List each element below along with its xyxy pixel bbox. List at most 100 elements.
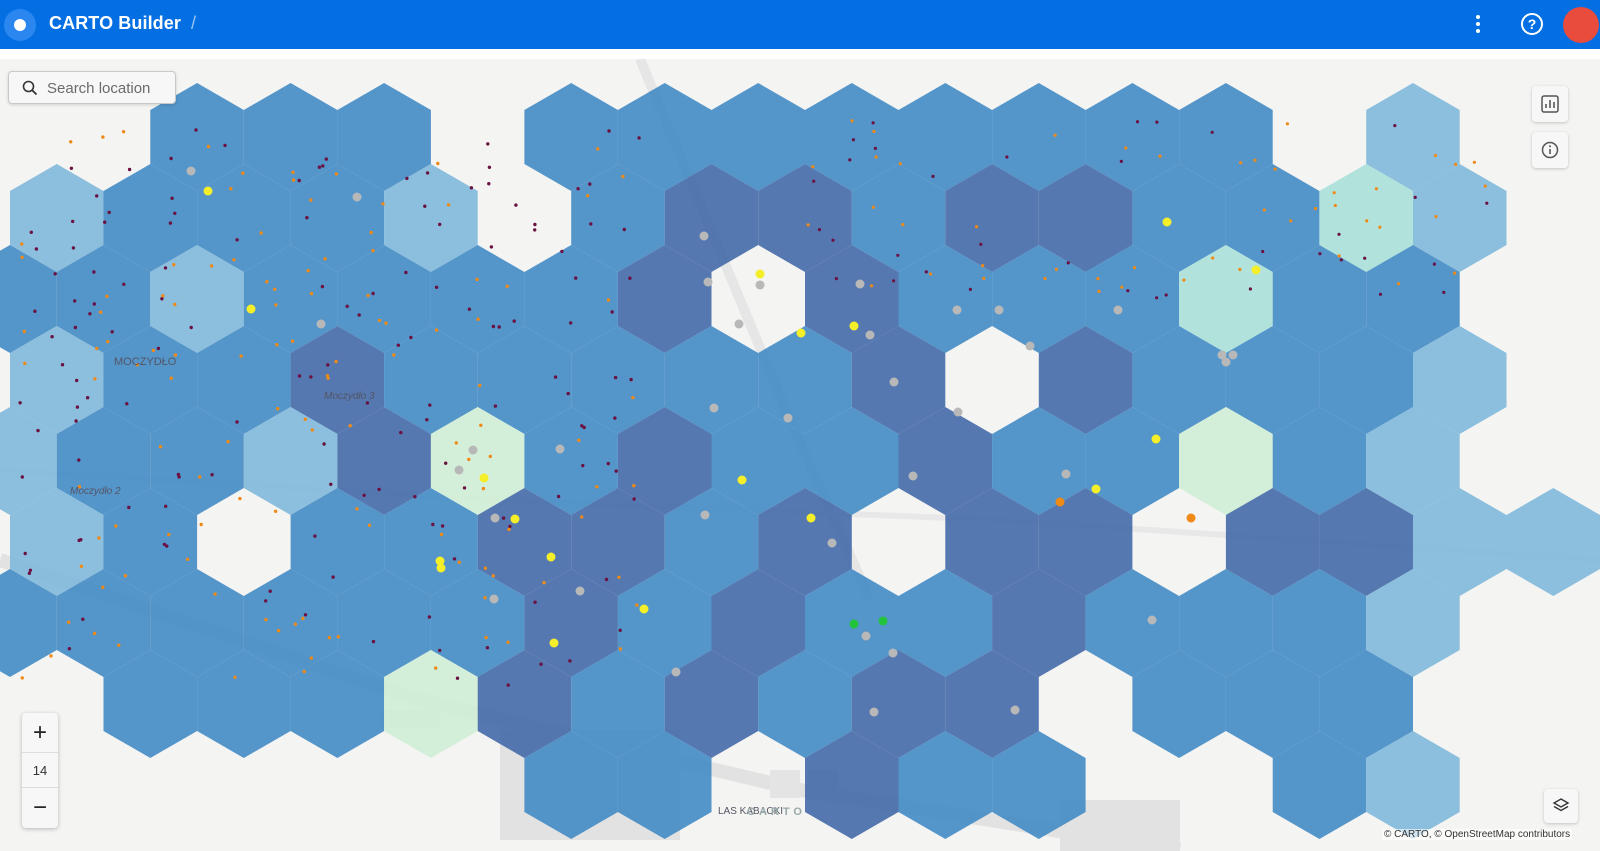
street-label-a: Moczydło 3 xyxy=(324,391,375,402)
poi-dot xyxy=(23,551,27,556)
grey-point xyxy=(994,305,1004,315)
poi-dot xyxy=(427,615,432,619)
poi-dot xyxy=(71,219,75,224)
help-circle-icon[interactable]: ? xyxy=(1521,13,1543,35)
poi-dot xyxy=(613,416,617,420)
poi-dot xyxy=(79,538,83,542)
poi-dot xyxy=(117,643,121,647)
poi-dot xyxy=(848,158,852,162)
poi-dot xyxy=(425,418,429,422)
poi-dot xyxy=(968,287,973,291)
poi-dot xyxy=(1158,154,1162,158)
widgets-button[interactable] xyxy=(1532,86,1568,122)
poi-dot xyxy=(577,438,581,442)
poi-dot xyxy=(77,458,81,462)
poi-dot xyxy=(455,676,460,680)
poi-dot xyxy=(1337,254,1341,258)
poi-dot xyxy=(404,270,408,275)
poi-dot xyxy=(326,363,330,367)
poi-dot xyxy=(1433,153,1437,158)
poi-dot xyxy=(290,339,295,343)
poi-dot xyxy=(1413,195,1417,199)
carto-logo-icon[interactable] xyxy=(4,9,36,41)
poi-dot xyxy=(501,516,506,520)
grey-point xyxy=(734,319,744,329)
poi-dot xyxy=(81,617,85,621)
poi-dot xyxy=(1318,252,1322,256)
poi-dot xyxy=(167,532,171,537)
poi-dot xyxy=(326,376,330,380)
avatar[interactable] xyxy=(1563,7,1599,43)
poi-dot xyxy=(69,166,74,170)
poi-dot xyxy=(309,656,313,660)
poi-dot xyxy=(107,210,111,215)
poi-dot xyxy=(621,174,625,179)
poi-dot xyxy=(73,325,78,330)
info-button[interactable] xyxy=(1532,132,1568,168)
zoom-out-button[interactable]: − xyxy=(22,790,58,826)
poi-dot xyxy=(533,222,537,227)
poi-dot xyxy=(896,253,900,257)
poi-dot xyxy=(173,211,177,215)
zoom-in-button[interactable]: + xyxy=(22,715,58,751)
poi-dot xyxy=(384,321,388,325)
poi-dot xyxy=(806,223,810,227)
poi-dot xyxy=(566,391,570,396)
poi-dot xyxy=(1097,289,1101,293)
poi-dot xyxy=(1043,276,1047,281)
poi-dot xyxy=(194,128,198,132)
poi-dot xyxy=(493,404,498,408)
grey-point xyxy=(671,667,681,677)
map-attribution: © CARTO, © OpenStreetMap contributors xyxy=(1382,829,1573,840)
poi-dot xyxy=(172,263,176,267)
poi-dot xyxy=(235,238,239,242)
grey-point xyxy=(699,231,709,241)
poi-dot xyxy=(436,161,440,166)
kebab-dot xyxy=(1476,15,1480,19)
poi-dot xyxy=(1005,155,1009,159)
poi-dot xyxy=(309,375,313,379)
layers-button[interactable] xyxy=(1544,789,1578,823)
grey-point xyxy=(755,280,765,290)
poi-dot xyxy=(114,524,118,528)
building-block-d xyxy=(770,770,800,798)
poi-dot xyxy=(49,654,53,658)
poi-dot xyxy=(1262,208,1266,212)
poi-dot xyxy=(569,321,573,325)
poi-dot xyxy=(125,402,129,406)
poi-dot xyxy=(1485,201,1489,205)
poi-dot xyxy=(164,504,168,508)
poi-dot xyxy=(582,425,586,430)
poi-dot xyxy=(322,442,326,446)
poi-dot xyxy=(34,247,39,251)
poi-dot xyxy=(1365,219,1369,223)
grey-point xyxy=(952,305,962,315)
poi-dot xyxy=(553,375,558,379)
poi-dot xyxy=(23,361,27,366)
poi-dot xyxy=(440,524,445,528)
poi-dot xyxy=(173,302,177,307)
poi-dot xyxy=(434,285,439,289)
logo-dot xyxy=(14,19,26,31)
poi-dot xyxy=(1332,191,1336,195)
grey-point xyxy=(1113,305,1123,315)
poi-dot xyxy=(336,635,340,639)
poi-dot xyxy=(22,329,26,334)
poi-dot xyxy=(431,522,435,527)
poi-dot xyxy=(628,276,632,280)
poi-dot xyxy=(1434,215,1438,219)
search-box[interactable] xyxy=(8,71,176,104)
poi-dot xyxy=(975,225,979,229)
kebab-menu-icon[interactable] xyxy=(1466,12,1490,36)
poi-dot xyxy=(371,291,375,296)
poi-dot xyxy=(1119,159,1123,163)
poi-dot xyxy=(177,475,181,479)
map-canvas[interactable]: MOCZYDŁO Moczydło 3 Moczydło 2 LAS KABAC… xyxy=(0,59,1600,851)
poi-dot xyxy=(423,204,427,208)
poi-dot xyxy=(327,635,331,640)
grey-point xyxy=(889,377,899,387)
yellow-point xyxy=(436,563,446,573)
poi-dot xyxy=(85,396,90,400)
search-input[interactable] xyxy=(47,77,171,99)
poi-dot xyxy=(622,227,626,232)
